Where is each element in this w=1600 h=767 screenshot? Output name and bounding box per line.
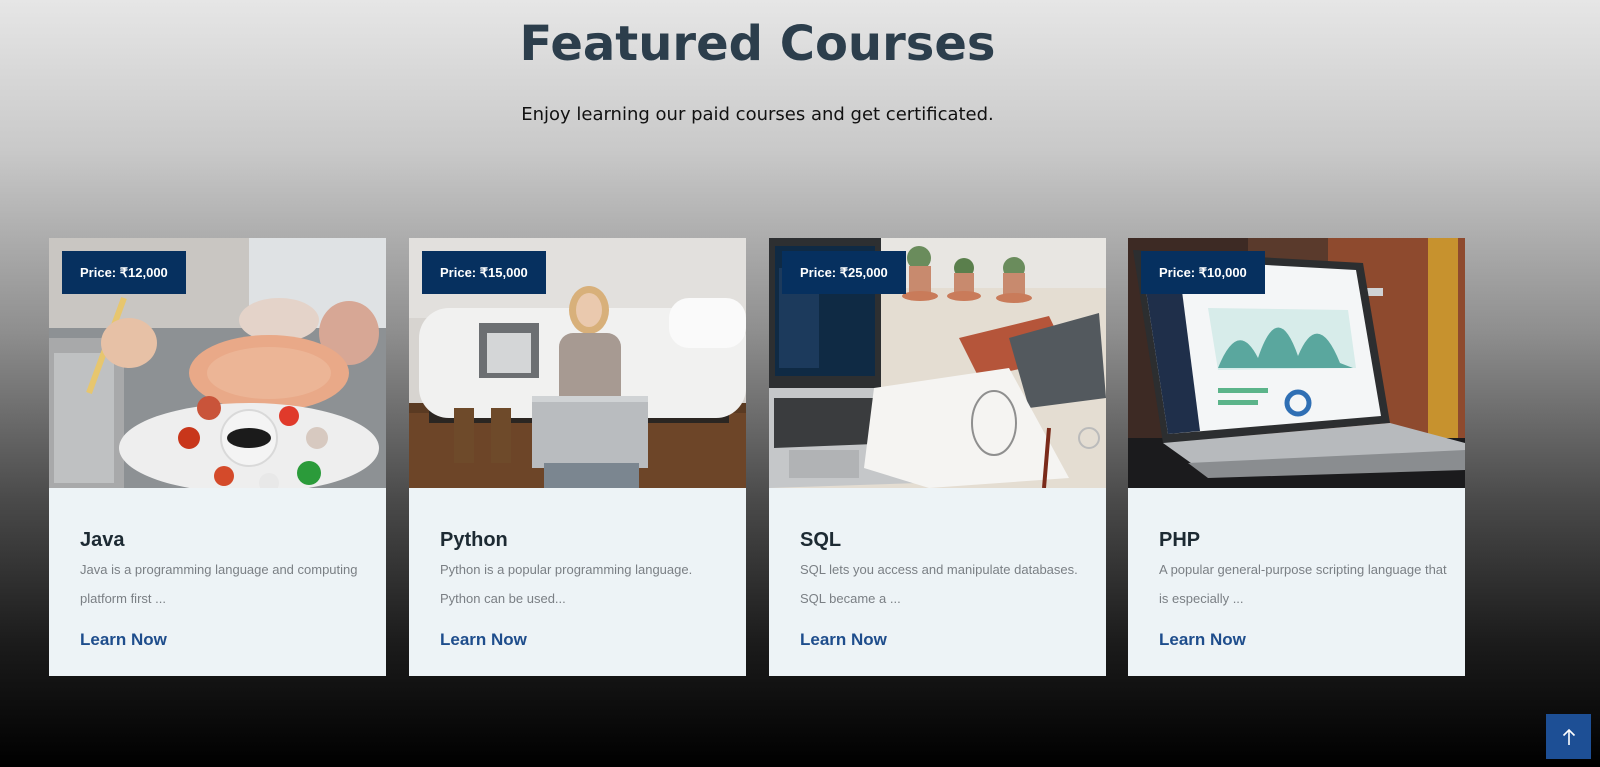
course-title: Java [80,529,125,551]
price-badge: Price: ₹12,000 [62,251,186,294]
course-card-java: Price: ₹12,000 Java Java is a programmin… [49,238,386,676]
course-card-python: Price: ₹15,000 Python Python is a popula… [409,238,746,676]
course-card-sql: Price: ₹25,000 SQL SQL lets you access a… [769,238,1106,676]
section-subtitle: Enjoy learning our paid courses and get … [521,104,994,125]
learn-now-link[interactable]: Learn Now [440,630,527,650]
course-description: SQL lets you access and manipulate datab… [800,562,1078,606]
course-card-php: Price: ₹10,000 PHP A popular general-pur… [1128,238,1465,676]
course-title: Python [440,529,508,551]
course-title: SQL [800,529,842,551]
course-title: PHP [1159,529,1201,551]
price-badge: Price: ₹15,000 [422,251,546,294]
learn-now-link[interactable]: Learn Now [80,630,167,650]
course-description: A popular general-purpose scripting lang… [1159,562,1447,606]
price-badge: Price: ₹25,000 [782,251,906,294]
course-description: Python is a popular programming language… [440,562,693,606]
section-title: Featured Courses [519,16,996,72]
price-badge: Price: ₹10,000 [1141,251,1265,294]
scroll-to-top-button[interactable] [1546,714,1591,759]
course-description: Java is a programming language and compu… [80,562,358,606]
learn-now-link[interactable]: Learn Now [800,630,887,650]
arrow-up-icon [1562,728,1576,746]
learn-now-link[interactable]: Learn Now [1159,630,1246,650]
